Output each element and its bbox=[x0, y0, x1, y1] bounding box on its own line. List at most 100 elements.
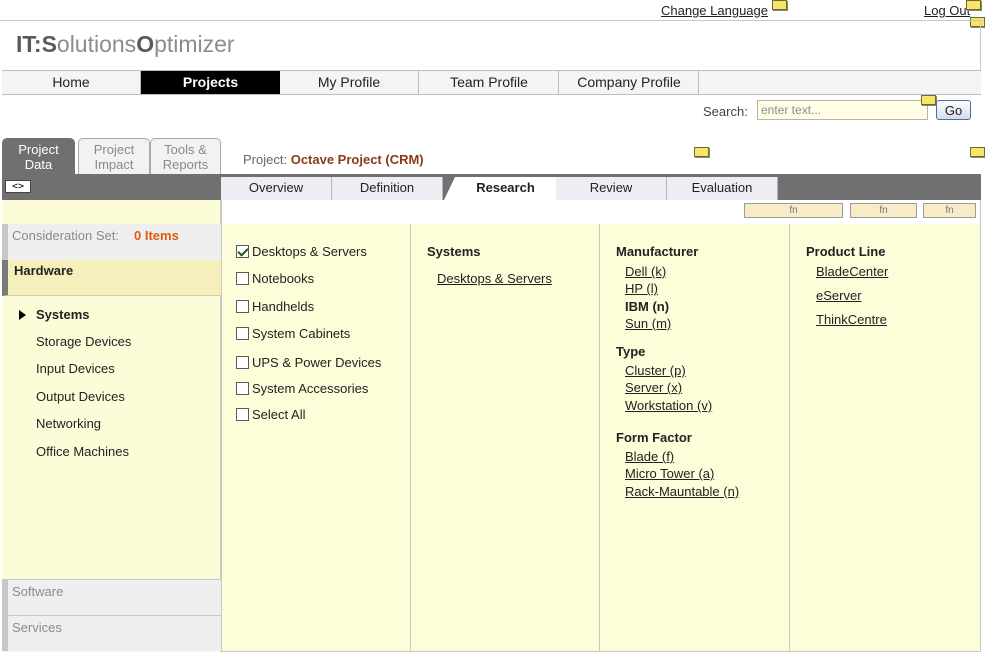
category-label: Software bbox=[12, 584, 64, 599]
type-server[interactable]: Server (x) bbox=[625, 380, 682, 395]
checkbox[interactable] bbox=[236, 382, 249, 395]
left-tab-bar bbox=[2, 174, 221, 200]
tab-definition[interactable]: Definition bbox=[332, 177, 443, 200]
search-label: Search: bbox=[703, 104, 748, 119]
form-factor-header: Form Factor bbox=[616, 430, 692, 445]
checkbox-label: System Cabinets bbox=[252, 326, 351, 341]
nav-tab-home[interactable]: Home bbox=[2, 71, 141, 94]
checkbox-handhelds[interactable]: Handhelds bbox=[236, 299, 314, 314]
nav-tab-team-profile[interactable]: Team Profile bbox=[420, 71, 559, 94]
checkbox-label: Notebooks bbox=[252, 271, 315, 286]
tab-evaluation[interactable]: Evaluation bbox=[667, 177, 778, 200]
checkbox-notebooks[interactable]: Notebooks bbox=[236, 271, 314, 286]
note-icon[interactable] bbox=[970, 17, 985, 27]
tab-research[interactable]: Research bbox=[443, 177, 556, 202]
checkbox-label: Handhelds bbox=[252, 299, 315, 314]
type-cluster[interactable]: Cluster (p) bbox=[625, 363, 686, 378]
side-tab-label: Tools & bbox=[164, 142, 207, 157]
note-icon[interactable] bbox=[966, 0, 981, 10]
checkbox-desktops-servers[interactable]: Desktops & Servers bbox=[236, 244, 367, 259]
type-header: Type bbox=[616, 344, 646, 359]
side-tab-project-impact[interactable]: Project Impact bbox=[78, 138, 150, 174]
checkbox-label: Desktops & Servers bbox=[252, 244, 367, 259]
app-logo: IT:SolutionsOptimizer bbox=[16, 31, 235, 57]
type-workstation[interactable]: Workstation (v) bbox=[625, 398, 712, 413]
checkbox[interactable] bbox=[236, 245, 249, 258]
subcategory-input-devices[interactable]: Input Devices bbox=[36, 361, 115, 376]
category-software[interactable]: Software bbox=[2, 579, 221, 615]
project-title: Project: Octave Project (CRM) bbox=[243, 152, 424, 167]
side-tab-label: Reports bbox=[162, 157, 209, 172]
checkbox-select-all[interactable]: Select All bbox=[236, 407, 305, 422]
form-factor-rack-mountable[interactable]: Rack-Mauntable (n) bbox=[625, 484, 739, 499]
side-tab-project-data[interactable]: Project Data bbox=[2, 138, 75, 174]
note-icon[interactable] bbox=[694, 147, 709, 157]
checkbox-label: Select All bbox=[252, 407, 306, 422]
side-tab-label: Project bbox=[18, 142, 59, 157]
checkbox[interactable] bbox=[236, 327, 249, 340]
fn-button[interactable]: fn bbox=[850, 203, 917, 218]
checkbox[interactable] bbox=[236, 408, 249, 421]
fn-button[interactable]: fn bbox=[923, 203, 976, 218]
checkbox[interactable] bbox=[236, 356, 249, 369]
product-line-bladecenter[interactable]: BladeCenter bbox=[816, 264, 888, 279]
checkbox-system-cabinets[interactable]: System Cabinets bbox=[236, 326, 350, 341]
consideration-count[interactable]: 0 Items bbox=[134, 228, 179, 243]
note-icon[interactable] bbox=[921, 95, 936, 105]
project-name: Octave Project (CRM) bbox=[290, 152, 424, 167]
category-label: Services bbox=[12, 620, 62, 635]
search-go-button[interactable]: Go bbox=[936, 100, 971, 120]
category-hardware[interactable]: Hardware bbox=[2, 260, 221, 296]
checkbox-label: UPS & Power Devices bbox=[252, 355, 382, 370]
checkbox-ups-power[interactable]: UPS & Power Devices bbox=[236, 355, 381, 370]
product-line-header: Product Line bbox=[806, 244, 886, 259]
note-icon[interactable] bbox=[970, 147, 985, 157]
nav-tab-my-profile[interactable]: My Profile bbox=[280, 71, 419, 94]
category-label: Hardware bbox=[14, 263, 74, 278]
form-factor-blade[interactable]: Blade (f) bbox=[625, 449, 674, 464]
manufacturer-ibm: IBM (n) bbox=[625, 299, 670, 314]
consideration-set: Consideration Set: 0 Items bbox=[2, 224, 221, 260]
product-line-thinkcentre[interactable]: ThinkCentre bbox=[816, 312, 887, 327]
side-tab-tools-reports[interactable]: Tools & Reports bbox=[150, 138, 221, 174]
nav-tab-projects[interactable]: Projects bbox=[141, 71, 280, 94]
header-divider bbox=[0, 20, 982, 21]
checkbox[interactable] bbox=[236, 272, 249, 285]
fn-button[interactable]: fn bbox=[744, 203, 843, 218]
arrow-right-icon bbox=[19, 310, 26, 320]
product-line-eserver[interactable]: eServer bbox=[816, 288, 862, 303]
subcategory-systems[interactable]: Systems bbox=[36, 307, 89, 322]
manufacturer-dell[interactable]: Dell (k) bbox=[625, 264, 666, 279]
checkbox-system-accessories[interactable]: System Accessories bbox=[236, 381, 368, 396]
main-nav: Home Projects My Profile Team Profile Co… bbox=[2, 70, 981, 95]
form-factor-micro-tower[interactable]: Micro Tower (a) bbox=[625, 466, 714, 481]
note-icon[interactable] bbox=[772, 0, 787, 10]
search-input[interactable] bbox=[757, 100, 928, 120]
link-desktops-servers[interactable]: Desktops & Servers bbox=[437, 271, 552, 286]
checkbox-column bbox=[221, 224, 411, 652]
systems-header: Systems bbox=[427, 244, 481, 259]
checkbox-label: System Accessories bbox=[252, 381, 369, 396]
nav-tab-company-profile[interactable]: Company Profile bbox=[560, 71, 699, 94]
manufacturer-hp[interactable]: HP (l) bbox=[625, 281, 658, 296]
manufacturer-sun[interactable]: Sun (m) bbox=[625, 316, 671, 331]
subcategory-storage-devices[interactable]: Storage Devices bbox=[36, 334, 131, 349]
systems-column bbox=[411, 224, 600, 652]
checkbox[interactable] bbox=[236, 300, 249, 313]
tab-review[interactable]: Review bbox=[556, 177, 667, 200]
subcategory-office-machines[interactable]: Office Machines bbox=[36, 444, 129, 459]
side-tab-label: Project bbox=[93, 142, 135, 157]
side-tab-label: Data bbox=[24, 157, 53, 172]
toggle-panel-button[interactable]: <> bbox=[5, 180, 31, 193]
project-label: Project: bbox=[243, 152, 288, 167]
category-services[interactable]: Services bbox=[2, 615, 221, 651]
change-language-link[interactable]: Change Language bbox=[661, 3, 768, 18]
log-out-link[interactable]: Log Out bbox=[924, 3, 970, 18]
tab-overview[interactable]: Overview bbox=[221, 177, 332, 200]
content-bottom-border bbox=[221, 651, 981, 652]
subcategory-networking[interactable]: Networking bbox=[36, 416, 101, 431]
consideration-label: Consideration Set: bbox=[12, 228, 119, 243]
manufacturer-header: Manufacturer bbox=[616, 244, 699, 259]
subcategory-output-devices[interactable]: Output Devices bbox=[36, 389, 125, 404]
side-tab-label: Impact bbox=[94, 157, 134, 172]
